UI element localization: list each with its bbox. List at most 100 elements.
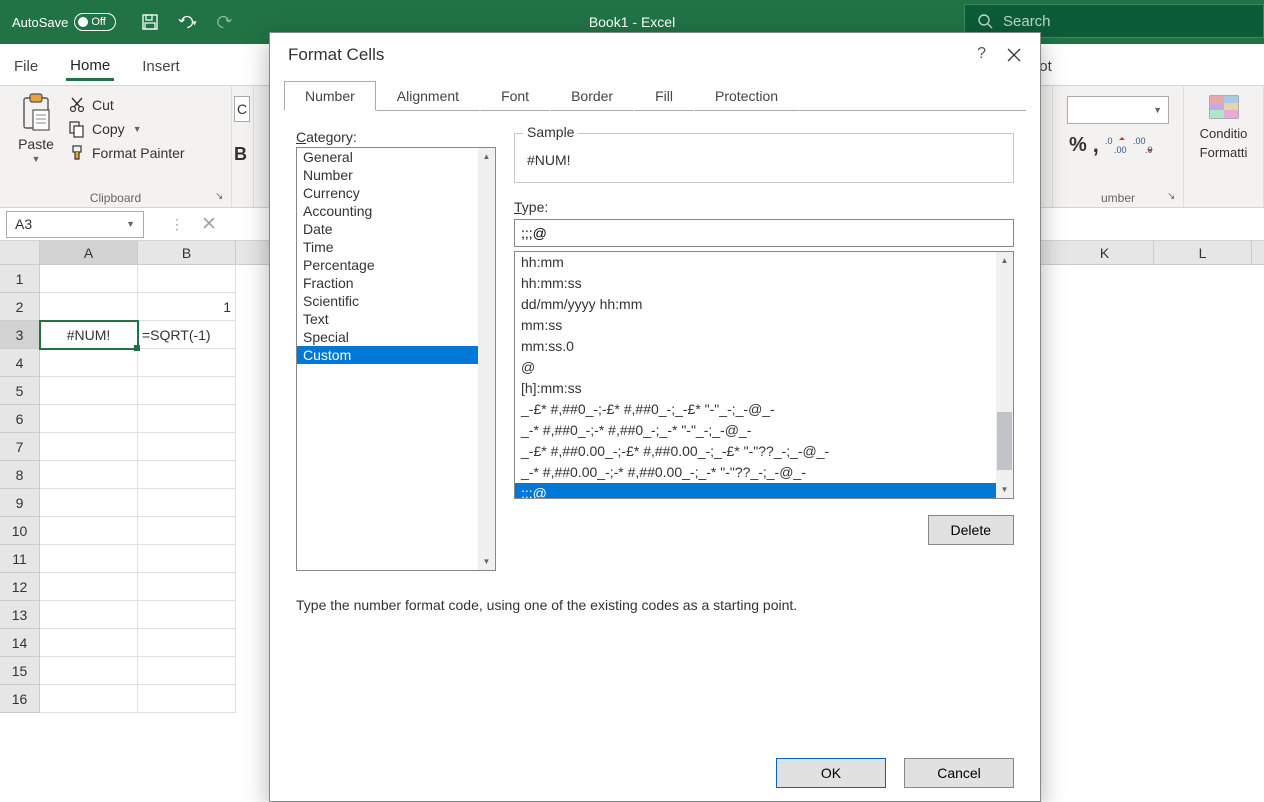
number-format-dropdown[interactable]: ▼ (1067, 96, 1169, 124)
row-header[interactable]: 2 (0, 293, 40, 321)
type-item[interactable]: [h]:mm:ss (515, 378, 1013, 399)
svg-text:.00: .00 (1133, 136, 1146, 146)
row-header[interactable]: 5 (0, 377, 40, 405)
scroll-thumb[interactable] (997, 412, 1012, 470)
formula-options-icon[interactable]: ⋮ (170, 216, 184, 233)
name-box[interactable]: A3 ▼ (6, 211, 144, 238)
type-label: Type: (514, 199, 1014, 215)
row-header[interactable]: 11 (0, 545, 40, 573)
row-header[interactable]: 9 (0, 489, 40, 517)
row-header[interactable]: 12 (0, 573, 40, 601)
row-header[interactable]: 3 (0, 321, 40, 349)
type-item[interactable]: dd/mm/yyyy hh:mm (515, 294, 1013, 315)
category-item[interactable]: Special (297, 328, 495, 346)
type-input[interactable] (514, 219, 1014, 247)
type-item[interactable]: _-£* #,##0_-;-£* #,##0_-;_-£* "-"_-;_-@_… (515, 399, 1013, 420)
save-icon[interactable] (140, 12, 160, 32)
help-icon[interactable]: ? (977, 45, 986, 63)
category-list[interactable]: GeneralNumberCurrencyAccountingDateTimeP… (296, 147, 496, 571)
comma-button[interactable]: , (1093, 132, 1099, 158)
type-item[interactable]: hh:mm:ss (515, 273, 1013, 294)
category-item[interactable]: General (297, 148, 495, 166)
copy-button[interactable]: Copy ▼ (68, 120, 185, 138)
tab-alignment[interactable]: Alignment (376, 81, 480, 111)
copy-icon (68, 120, 86, 138)
type-item[interactable]: hh:mm (515, 252, 1013, 273)
close-icon[interactable] (1002, 43, 1026, 67)
row-header[interactable]: 4 (0, 349, 40, 377)
type-item[interactable]: mm:ss.0 (515, 336, 1013, 357)
row-header[interactable]: 7 (0, 433, 40, 461)
cell-b2[interactable]: 1 (138, 293, 236, 321)
ok-button[interactable]: OK (776, 758, 886, 788)
category-item[interactable]: Scientific (297, 292, 495, 310)
dialog-footer: OK Cancel (270, 745, 1040, 801)
type-item[interactable]: _-* #,##0.00_-;-* #,##0.00_-;_-* "-"??_-… (515, 462, 1013, 483)
col-header-a[interactable]: A (40, 241, 138, 264)
row-header[interactable]: 16 (0, 685, 40, 713)
scroll-down-icon[interactable]: ▼ (478, 553, 495, 570)
type-item[interactable]: _-* #,##0_-;-* #,##0_-;_-* "-"_-;_-@_- (515, 420, 1013, 441)
paste-label: Paste (18, 136, 54, 152)
category-item[interactable]: Custom (297, 346, 495, 364)
format-painter-button[interactable]: Format Painter (68, 144, 185, 162)
toggle-switch[interactable]: Off (74, 13, 116, 31)
cell-b3[interactable]: =SQRT(-1) (138, 321, 236, 349)
category-item[interactable]: Text (297, 310, 495, 328)
autosave-toggle[interactable]: AutoSave Off (12, 13, 116, 31)
category-item[interactable]: Date (297, 220, 495, 238)
category-item[interactable]: Currency (297, 184, 495, 202)
category-item[interactable]: Percentage (297, 256, 495, 274)
cut-button[interactable]: Cut (68, 96, 185, 114)
tab-fill[interactable]: Fill (634, 81, 694, 111)
scrollbar[interactable]: ▲ ▼ (996, 252, 1013, 498)
conditional-formatting-button[interactable]: Conditio Formatti (1192, 92, 1255, 160)
type-item[interactable]: @ (515, 357, 1013, 378)
percent-button[interactable]: % (1069, 134, 1087, 157)
scroll-up-icon[interactable]: ▲ (478, 148, 495, 165)
undo-icon[interactable]: ▾ (178, 12, 198, 32)
paste-button[interactable]: Paste ▼ (8, 90, 64, 164)
col-header-l[interactable]: L (1154, 241, 1252, 264)
chevron-down-icon: ▼ (126, 219, 135, 229)
cancel-formula-icon[interactable] (202, 216, 216, 233)
dialog-titlebar: Format Cells ? (270, 33, 1040, 77)
cell-a3[interactable]: #NUM! (40, 321, 138, 349)
scroll-up-icon[interactable]: ▲ (996, 252, 1013, 269)
category-item[interactable]: Number (297, 166, 495, 184)
tab-border[interactable]: Border (550, 81, 634, 111)
increase-decimal-button[interactable]: .0.00 (1105, 135, 1127, 155)
tab-protection[interactable]: Protection (694, 81, 799, 111)
category-item[interactable]: Accounting (297, 202, 495, 220)
decrease-decimal-button[interactable]: .00.0 (1133, 135, 1155, 155)
col-header-b[interactable]: B (138, 241, 236, 264)
tab-insert[interactable]: Insert (138, 50, 184, 79)
row-header[interactable]: 15 (0, 657, 40, 685)
dialog-launcher-icon[interactable]: ↘ (215, 191, 227, 203)
row-header[interactable]: 10 (0, 517, 40, 545)
delete-button[interactable]: Delete (928, 515, 1014, 545)
svg-text:▾: ▾ (193, 19, 197, 28)
col-header-k[interactable]: K (1056, 241, 1154, 264)
tab-home[interactable]: Home (66, 49, 114, 81)
redo-icon[interactable] (216, 12, 236, 32)
cancel-button[interactable]: Cancel (904, 758, 1014, 788)
category-item[interactable]: Fraction (297, 274, 495, 292)
scroll-down-icon[interactable]: ▼ (996, 481, 1013, 498)
category-item[interactable]: Time (297, 238, 495, 256)
row-header[interactable]: 14 (0, 629, 40, 657)
tab-font[interactable]: Font (480, 81, 550, 111)
dialog-launcher-icon[interactable]: ↘ (1167, 191, 1179, 203)
type-item[interactable]: _-£* #,##0.00_-;-£* #,##0.00_-;_-£* "-"?… (515, 441, 1013, 462)
row-header[interactable]: 6 (0, 405, 40, 433)
tab-number[interactable]: Number (284, 81, 376, 111)
type-item[interactable]: ;;;@ (515, 483, 1013, 499)
row-header[interactable]: 13 (0, 601, 40, 629)
scrollbar[interactable]: ▲ ▼ (478, 148, 495, 570)
row-header[interactable]: 1 (0, 265, 40, 293)
row-header[interactable]: 8 (0, 461, 40, 489)
tab-file[interactable]: File (10, 50, 42, 79)
type-item[interactable]: mm:ss (515, 315, 1013, 336)
type-list[interactable]: hh:mmhh:mm:ssdd/mm/yyyy hh:mmmm:ssmm:ss.… (514, 251, 1014, 499)
select-all-corner[interactable] (0, 241, 40, 264)
